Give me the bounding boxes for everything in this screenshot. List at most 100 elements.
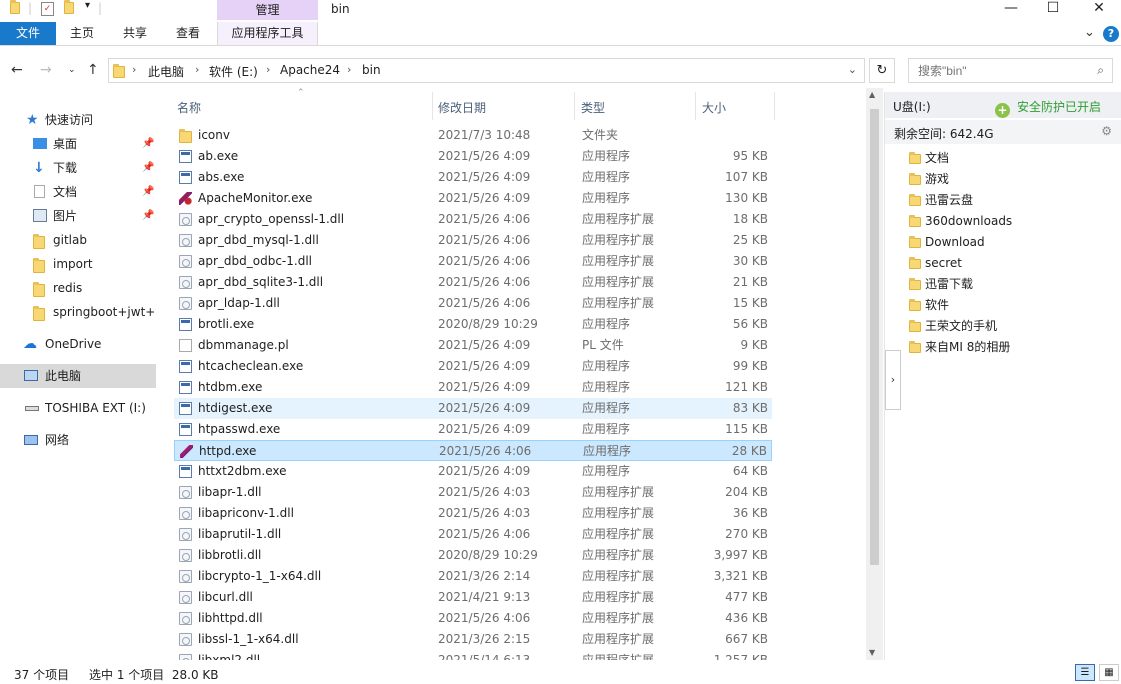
- tab-view[interactable]: 查看: [164, 22, 212, 45]
- file-name: apr_crypto_openssl-1.dll: [198, 212, 345, 226]
- nav-item-this-pc[interactable]: 此电脑: [0, 364, 156, 388]
- file-row[interactable]: libcurl.dll 2021/4/21 9:13 应用程序扩展 477 KB: [174, 587, 772, 608]
- file-row[interactable]: dbmmanage.pl 2021/5/26 4:09 PL 文件 9 KB: [174, 335, 772, 356]
- file-row[interactable]: htcacheclean.exe 2021/5/26 4:09 应用程序 99 KB: [174, 356, 772, 377]
- minimize-button[interactable]: —: [989, 0, 1033, 18]
- nav-item-desktop[interactable]: 桌面 📌: [0, 132, 156, 156]
- column-size-header[interactable]: 大小: [702, 99, 726, 116]
- nav-item-onedrive[interactable]: ☁ OneDrive: [0, 332, 156, 356]
- protection-status[interactable]: + 安全防护已开启: [995, 98, 1101, 118]
- search-icon[interactable]: ⌕: [1097, 63, 1104, 78]
- file-row[interactable]: libcrypto-1_1-x64.dll 2021/3/26 2:14 应用程序扩…: [174, 566, 772, 587]
- help-icon[interactable]: ?: [1103, 26, 1119, 42]
- breadcrumb-apache24[interactable]: Apache24: [280, 63, 340, 77]
- monitor-file-icon: [179, 192, 192, 205]
- new-folder-icon[interactable]: [64, 0, 78, 16]
- search-input[interactable]: [909, 59, 1079, 82]
- nav-item-folder-import[interactable]: import: [0, 252, 156, 276]
- nav-item-folder-redis[interactable]: redis: [0, 276, 156, 300]
- forward-arrow-icon[interactable]: →: [40, 62, 52, 78]
- status-bar: 37 个项目 选中 1 个项目 28.0 KB ☰ ▦: [0, 660, 1121, 684]
- scroll-up-icon[interactable]: ▲: [869, 90, 875, 99]
- scroll-down-icon[interactable]: ▼: [869, 648, 875, 657]
- file-row[interactable]: apr_dbd_sqlite3-1.dll 2021/5/26 4:06 应用程序扩…: [174, 272, 772, 293]
- file-row[interactable]: htpasswd.exe 2021/5/26 4:09 应用程序 115 KB: [174, 419, 772, 440]
- file-name: ApacheMonitor.exe: [198, 191, 313, 205]
- details-view-icon[interactable]: ☰: [1075, 664, 1095, 681]
- column-divider[interactable]: [695, 92, 696, 120]
- nav-item-downloads[interactable]: ↓ 下载 📌: [0, 156, 156, 180]
- breadcrumb-this-pc[interactable]: 此电脑: [148, 63, 184, 80]
- file-row[interactable]: ab.exe 2021/5/26 4:09 应用程序 95 KB: [174, 146, 772, 167]
- large-icons-view-icon[interactable]: ▦: [1099, 664, 1119, 681]
- file-row[interactable]: ApacheMonitor.exe 2021/5/26 4:09 应用程序 130 K…: [174, 188, 772, 209]
- file-row[interactable]: libaprutil-1.dll 2021/5/26 4:06 应用程序扩展 270 …: [174, 524, 772, 545]
- nav-item-documents[interactable]: 文档 📌: [0, 180, 156, 204]
- properties-icon[interactable]: ✓: [41, 2, 54, 16]
- breadcrumb-bin[interactable]: bin: [362, 63, 381, 77]
- breadcrumb-drive-e[interactable]: 软件 (E:): [209, 63, 258, 80]
- file-size: 3,321 KB: [713, 569, 768, 583]
- file-row[interactable]: abs.exe 2021/5/26 4:09 应用程序 107 KB: [174, 167, 772, 188]
- column-type-header[interactable]: 类型: [581, 99, 605, 116]
- nav-item-toshiba-drive[interactable]: TOSHIBA EXT (I:): [0, 396, 156, 420]
- file-row[interactable]: apr_dbd_odbc-1.dll 2021/5/26 4:06 应用程序扩展 30…: [174, 251, 772, 272]
- title-bar: | ✓ ▾ | 管理 bin — ☐ ✕: [0, 0, 1121, 22]
- tab-application-tools[interactable]: 应用程序工具: [217, 22, 318, 45]
- file-date: 2021/5/26 4:09: [438, 380, 531, 394]
- up-arrow-icon[interactable]: ↑: [87, 62, 99, 78]
- nav-item-pictures[interactable]: 图片 📌: [0, 204, 156, 228]
- free-space-row: 剩余空间: 642.4G ⚙: [885, 120, 1121, 144]
- address-box[interactable]: › 此电脑 › 软件 (E:) › Apache24 › bin ⌄: [108, 58, 865, 83]
- file-row[interactable]: libxml2.dll 2021/5/14 6:13 应用程序扩展 1,257 KB: [174, 650, 772, 660]
- file-type: 应用程序扩展: [582, 590, 655, 604]
- nav-quick-access[interactable]: ★ 快速访问: [0, 108, 156, 132]
- tab-home[interactable]: 主页: [58, 22, 106, 45]
- search-box[interactable]: ⌕: [908, 58, 1113, 83]
- file-row[interactable]: htdbm.exe 2021/5/26 4:09 应用程序 121 KB: [174, 377, 772, 398]
- file-row[interactable]: brotli.exe 2020/8/29 10:29 应用程序 56 KB: [174, 314, 772, 335]
- dll-file-icon: [179, 276, 192, 289]
- file-row[interactable]: libapriconv-1.dll 2021/5/26 4:03 应用程序扩展 36 …: [174, 503, 772, 524]
- tab-file[interactable]: 文件: [0, 22, 56, 45]
- panel-expand-chevron-icon[interactable]: ›: [885, 350, 901, 410]
- column-divider[interactable]: [774, 92, 775, 120]
- refresh-button[interactable]: ↻: [869, 58, 895, 83]
- file-row[interactable]: httpd.exe 2021/5/26 4:06 应用程序 28 KB: [174, 440, 772, 461]
- file-row[interactable]: iconv 2021/7/3 10:48 文件夹: [174, 125, 772, 146]
- file-row[interactable]: httxt2dbm.exe 2021/5/26 4:09 应用程序 64 KB: [174, 461, 772, 482]
- nav-label: gitlab: [53, 233, 87, 247]
- tab-share[interactable]: 共享: [111, 22, 159, 45]
- file-size: 21 KB: [732, 275, 768, 289]
- nav-item-folder-gitlab[interactable]: gitlab: [0, 228, 156, 252]
- file-row[interactable]: libbrotli.dll 2020/8/29 10:29 应用程序扩展 3,997 …: [174, 545, 772, 566]
- file-name: brotli.exe: [198, 317, 255, 331]
- file-row[interactable]: libssl-1_1-x64.dll 2021/3/26 2:15 应用程序扩展 66…: [174, 629, 772, 650]
- file-row[interactable]: libhttpd.dll 2021/5/26 4:06 应用程序扩展 436 KB: [174, 608, 772, 629]
- file-row[interactable]: apr_ldap-1.dll 2021/5/26 4:06 应用程序扩展 15 KB: [174, 293, 772, 314]
- file-row[interactable]: libapr-1.dll 2021/5/26 4:03 应用程序扩展 204 KB: [174, 482, 772, 503]
- column-divider[interactable]: [432, 92, 433, 120]
- column-date-header[interactable]: 修改日期: [438, 99, 486, 116]
- back-arrow-icon[interactable]: ←: [11, 62, 23, 78]
- qa-customize-icon[interactable]: ▾: [85, 0, 90, 11]
- ribbon-collapse-icon[interactable]: ⌄: [1084, 25, 1095, 40]
- file-row[interactable]: apr_crypto_openssl-1.dll 2021/5/26 4:06 应用…: [174, 209, 772, 230]
- maximize-button[interactable]: ☐: [1031, 0, 1075, 18]
- file-row[interactable]: apr_dbd_mysql-1.dll 2021/5/26 4:06 应用程序扩展 2…: [174, 230, 772, 251]
- recent-locations-chevron-icon[interactable]: ⌄: [68, 65, 76, 75]
- nav-item-folder-springboot[interactable]: springboot+jwt+v: [0, 300, 156, 324]
- address-dropdown-icon[interactable]: ⌄: [848, 63, 857, 76]
- vertical-scrollbar[interactable]: ▲ ▼: [866, 88, 883, 660]
- column-divider[interactable]: [574, 92, 575, 120]
- file-row[interactable]: htdigest.exe 2021/5/26 4:09 应用程序 83 KB: [174, 398, 772, 419]
- manage-context-tab[interactable]: 管理: [217, 0, 318, 20]
- close-button[interactable]: ✕: [1077, 0, 1121, 18]
- scrollbar-thumb[interactable]: [870, 109, 879, 565]
- file-date: 2021/5/26 4:06: [438, 527, 531, 541]
- drive-folder-label: 王荣文的手机: [925, 319, 998, 333]
- nav-item-network[interactable]: 网络: [0, 428, 156, 452]
- gear-icon[interactable]: ⚙: [1101, 124, 1112, 138]
- folder-icon[interactable]: [10, 0, 24, 16]
- column-name-header[interactable]: 名称: [177, 99, 201, 116]
